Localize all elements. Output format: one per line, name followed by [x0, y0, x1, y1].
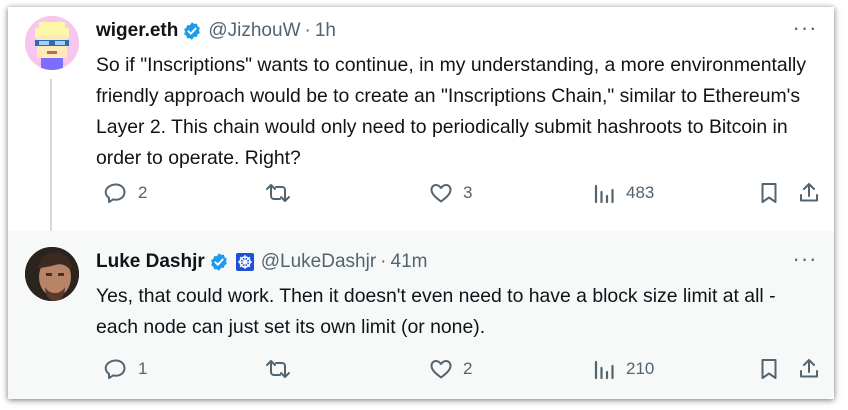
like-icon: [430, 360, 452, 379]
like-button[interactable]: 2: [429, 357, 472, 381]
affiliation-icon[interactable]: [235, 252, 255, 272]
reply-count: 2: [138, 183, 148, 202]
reply-count: 1: [138, 359, 148, 378]
thread-line: [50, 79, 52, 241]
like-count: 2: [463, 359, 473, 378]
timestamp[interactable]: 1h: [315, 20, 336, 42]
tweet-header: Luke Dashjr @LukeDashjr · 41m: [96, 251, 427, 273]
views-count: 483: [626, 183, 655, 202]
tweet-header: wiger.eth @JizhouW · 1h: [96, 20, 336, 42]
display-name[interactable]: wiger.eth: [96, 20, 178, 42]
retweet-icon: [266, 184, 290, 202]
bookmark-icon: [761, 359, 777, 379]
tweet-text: So if "Inscriptions" wants to continue, …: [96, 54, 807, 169]
views-button[interactable]: 483: [592, 181, 654, 205]
bookmark-button[interactable]: [757, 181, 781, 205]
avatar[interactable]: [25, 247, 79, 301]
bookmark-button[interactable]: [757, 357, 781, 381]
more-icon[interactable]: ···: [790, 17, 820, 41]
tweet-text: Yes, that could work. Then it doesn't ev…: [96, 285, 776, 338]
retweet-button[interactable]: [264, 357, 302, 381]
avatar-pixel-art: [25, 16, 79, 70]
like-button[interactable]: 3: [429, 181, 472, 205]
separator-dot: ·: [380, 251, 387, 272]
share-icon: [800, 359, 818, 378]
verified-badge-icon: [210, 253, 227, 271]
separator-dot: ·: [304, 20, 311, 41]
retweet-button[interactable]: [264, 181, 302, 205]
reply-button[interactable]: 2: [104, 181, 147, 205]
share-button[interactable]: [797, 181, 821, 205]
tweet-1[interactable]: wiger.eth @JizhouW · 1h ··· So if "Inscr…: [8, 7, 834, 241]
share-button[interactable]: [797, 357, 821, 381]
like-count: 3: [463, 183, 473, 202]
views-icon: [594, 184, 614, 204]
user-handle[interactable]: @JizhouW: [208, 20, 300, 42]
bookmark-icon: [761, 183, 777, 203]
tweet-thread-card: wiger.eth @JizhouW · 1h ··· So if "Inscr…: [8, 7, 834, 399]
more-icon[interactable]: ···: [790, 248, 820, 272]
display-name[interactable]: Luke Dashjr: [96, 251, 205, 273]
views-count: 210: [626, 359, 655, 378]
views-button[interactable]: 210: [592, 357, 654, 381]
tweet-2[interactable]: Luke Dashjr @LukeDashjr · 41m ··· Yes, t…: [8, 231, 834, 399]
share-icon: [800, 183, 818, 202]
verified-badge-icon: [184, 22, 201, 40]
user-handle[interactable]: @LukeDashjr: [261, 251, 376, 273]
retweet-icon: [266, 360, 290, 378]
reply-button[interactable]: 1: [104, 357, 147, 381]
avatar-photo: [25, 247, 79, 301]
timestamp[interactable]: 41m: [391, 251, 428, 273]
like-icon: [430, 184, 452, 203]
reply-icon: [104, 183, 126, 203]
reply-icon: [104, 359, 126, 379]
views-icon: [594, 360, 614, 380]
avatar[interactable]: [25, 16, 79, 70]
